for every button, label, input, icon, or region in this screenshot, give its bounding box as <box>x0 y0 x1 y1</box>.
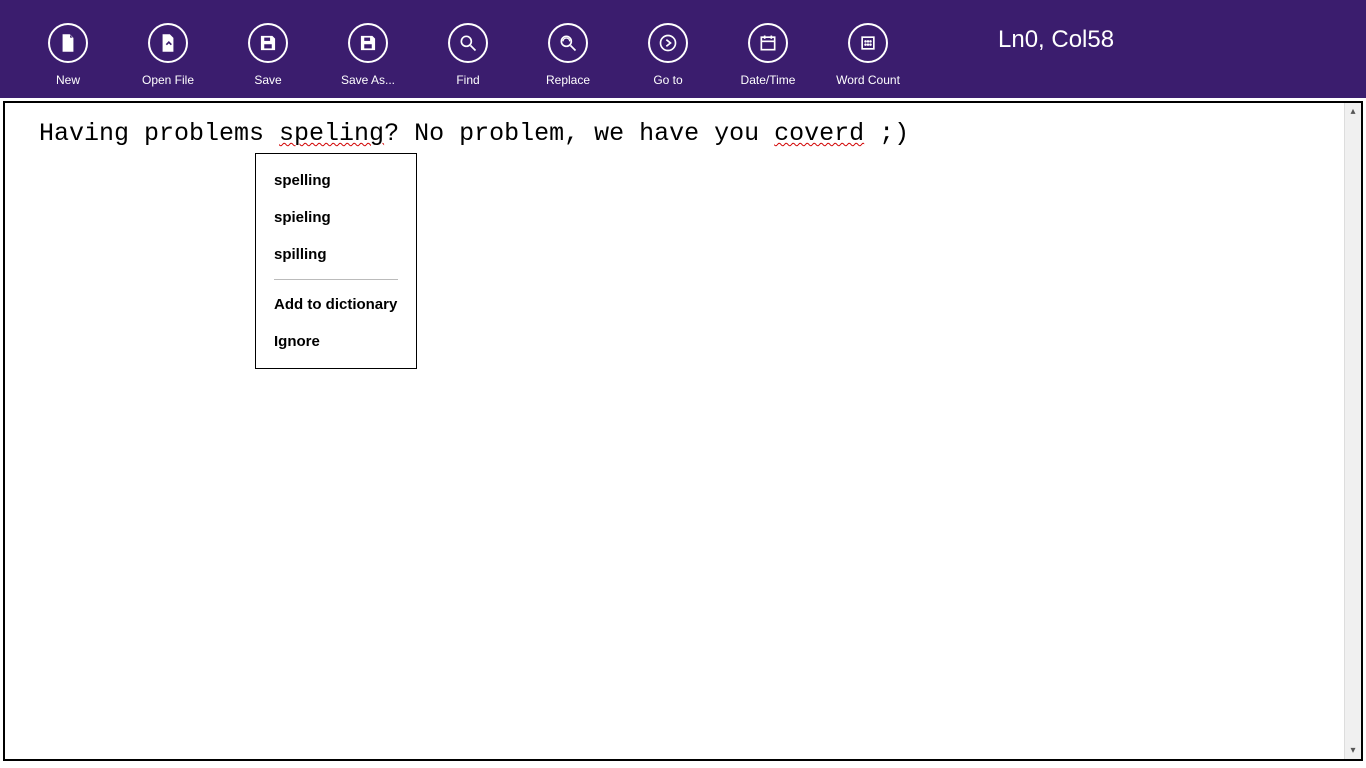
scroll-down-icon[interactable]: ▾ <box>1345 742 1361 759</box>
goto-button[interactable]: Go to <box>618 11 718 87</box>
misspelled-word[interactable]: coverd <box>774 119 864 148</box>
toolbar-label: Save <box>254 73 281 87</box>
save-icon <box>248 23 288 63</box>
editor-area[interactable]: Having problems speling? No problem, we … <box>3 101 1363 761</box>
menu-separator <box>274 279 398 280</box>
new-button[interactable]: New <box>18 11 118 87</box>
scroll-up-icon[interactable]: ▴ <box>1345 103 1361 120</box>
editor-content[interactable]: Having problems speling? No problem, we … <box>5 103 1361 164</box>
save-as-button[interactable]: Save As... <box>318 11 418 87</box>
wordcount-icon <box>848 23 888 63</box>
replace-button[interactable]: Replace <box>518 11 618 87</box>
toolbar-label: Find <box>456 73 479 87</box>
find-button[interactable]: Find <box>418 11 518 87</box>
wordcount-button[interactable]: Word Count <box>818 11 918 87</box>
toolbar-label: Date/Time <box>741 73 796 87</box>
toolbar-label: Word Count <box>836 73 900 87</box>
suggestion-item[interactable]: spilling <box>256 236 416 273</box>
spellcheck-context-menu: spelling spieling spilling Add to dictio… <box>255 153 417 369</box>
open-file-button[interactable]: Open File <box>118 11 218 87</box>
open-file-icon <box>148 23 188 63</box>
suggestion-item[interactable]: spieling <box>256 199 416 236</box>
toolbar-label: Save As... <box>341 73 395 87</box>
text-segment: Having problems <box>39 119 279 148</box>
misspelled-word[interactable]: speling <box>279 119 384 148</box>
ignore-item[interactable]: Ignore <box>256 323 416 360</box>
search-icon <box>448 23 488 63</box>
toolbar-label: Replace <box>546 73 590 87</box>
toolbar-label: Go to <box>653 73 682 87</box>
text-segment: ? No problem, we have you <box>384 119 774 148</box>
goto-icon <box>648 23 688 63</box>
cursor-position-status: Ln0, Col58 <box>998 26 1114 54</box>
toolbar-label: Open File <box>142 73 194 87</box>
datetime-button[interactable]: Date/Time <box>718 11 818 87</box>
replace-icon <box>548 23 588 63</box>
save-button[interactable]: Save <box>218 11 318 87</box>
toolbar-label: New <box>56 73 80 87</box>
calendar-icon <box>748 23 788 63</box>
save-as-icon <box>348 23 388 63</box>
suggestion-item[interactable]: spelling <box>256 162 416 199</box>
text-segment: ;) <box>864 119 909 148</box>
vertical-scrollbar[interactable]: ▴ ▾ <box>1344 103 1361 759</box>
file-new-icon <box>48 23 88 63</box>
add-to-dictionary-item[interactable]: Add to dictionary <box>256 286 416 323</box>
toolbar: New Open File Save Save As... Find Repla… <box>0 0 1366 98</box>
